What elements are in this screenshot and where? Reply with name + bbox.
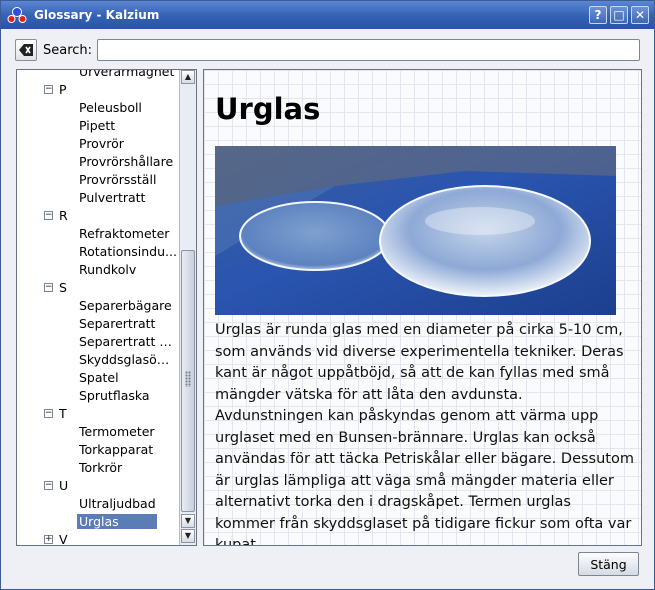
tree-group-label: S xyxy=(59,280,67,295)
tree-group-label: U xyxy=(59,478,69,493)
clear-search-button[interactable] xyxy=(15,39,37,61)
tree-item[interactable]: Separertratt xyxy=(17,315,177,333)
close-button[interactable]: Stäng xyxy=(578,552,639,576)
tree-item-label: Pulvertratt xyxy=(79,190,146,205)
search-input[interactable] xyxy=(97,39,640,61)
search-bar: Search: xyxy=(15,39,640,61)
tree-item-label: Termometer xyxy=(79,424,155,439)
tree-item-label: Provrörsställ xyxy=(79,172,157,187)
tree-item-label: Urglas xyxy=(77,514,157,529)
tree-item[interactable]: Peleusboll xyxy=(17,99,177,117)
tree-item[interactable]: Ultraljudbad xyxy=(17,495,177,513)
tree-item[interactable]: Sprutflaska xyxy=(17,387,177,405)
tree-item[interactable]: Rundkolv xyxy=(17,261,177,279)
tree-item[interactable]: Separerbägare xyxy=(17,297,177,315)
tree-item[interactable]: Refraktometer xyxy=(17,225,177,243)
tree-item-label: Refraktometer xyxy=(79,226,170,241)
kalzium-app-icon[interactable] xyxy=(6,4,28,26)
tree-item[interactable]: Pipett xyxy=(17,117,177,135)
help-button[interactable]: ? xyxy=(589,6,607,24)
watch-glass-photo xyxy=(215,146,616,315)
article-title: Urglas xyxy=(215,92,321,126)
tree-item-label: Skyddsglasögon xyxy=(79,352,177,367)
tree-item-label: Rundkolv xyxy=(79,262,137,277)
collapse-icon[interactable]: − xyxy=(44,481,53,490)
tree-item[interactable]: Pulvertratt xyxy=(17,189,177,207)
tree-item[interactable]: Termometer xyxy=(17,423,177,441)
tree-item[interactable]: Provrörsställ xyxy=(17,171,177,189)
tree-group-s[interactable]: − S xyxy=(17,279,177,297)
tree-list: Urverarmagnet − P Peleusboll Pipett Provrör P… xyxy=(17,70,177,546)
glossary-window: Glossary - Kalzium ? □ ✕ Search: Urverar… xyxy=(0,0,655,590)
glossary-tree[interactable]: Urverarmagnet − P Peleusboll Pipett Provrör P… xyxy=(16,69,197,546)
tree-group-p[interactable]: − P xyxy=(17,81,177,99)
tree-item-label: Rotationsindu... xyxy=(79,244,177,259)
tree-item-label: Spatel xyxy=(79,370,119,385)
close-window-button[interactable]: ✕ xyxy=(631,6,649,24)
tree-item-label: Pipett xyxy=(79,118,116,133)
titlebar[interactable]: Glossary - Kalzium ? □ ✕ xyxy=(1,1,654,29)
tree-item[interactable]: Skyddsglasögon xyxy=(17,351,177,369)
scrollbar-grip-icon xyxy=(185,371,191,387)
expand-icon[interactable]: + xyxy=(44,535,53,544)
tree-group-v[interactable]: + V xyxy=(17,531,177,546)
article-body: Urglas är runda glas med en diameter på … xyxy=(215,322,634,546)
collapse-icon[interactable]: − xyxy=(44,283,53,292)
tree-item-label: Torkapparat xyxy=(79,442,154,457)
search-label: Search: xyxy=(43,42,93,58)
clear-left-icon xyxy=(19,44,33,56)
scroll-down-arrow-icon[interactable]: ▼ xyxy=(181,514,195,528)
tree-item[interactable]: Provrörshållare xyxy=(17,153,177,171)
tree-item-label: Provrör xyxy=(79,136,124,151)
collapse-icon[interactable]: − xyxy=(44,409,53,418)
tree-scrollbar[interactable]: ▲ ▼ ▼ xyxy=(179,70,196,545)
tree-item-label: Provrörshållare xyxy=(79,154,174,169)
tree-item-label: Sprutflaska xyxy=(79,388,150,403)
tree-item-label: Separerbägare xyxy=(79,298,172,313)
scroll-down-arrow-icon-2[interactable]: ▼ xyxy=(181,529,195,543)
tree-group-label: V xyxy=(59,532,68,546)
maximize-button[interactable]: □ xyxy=(610,6,628,24)
tree-item[interactable]: Rotationsindu... xyxy=(17,243,177,261)
tree-group-u[interactable]: − U xyxy=(17,477,177,495)
tree-item[interactable]: Torkapparat xyxy=(17,441,177,459)
tree-item-label: Ultraljudbad xyxy=(79,496,156,511)
tree-item-label: Peleusboll xyxy=(79,100,142,115)
tree-item[interactable]: Urglas xyxy=(17,513,177,531)
collapse-icon[interactable]: − xyxy=(44,211,53,220)
window-title: Glossary - Kalzium xyxy=(34,8,160,22)
tree-item-label: Torkrör xyxy=(79,460,123,475)
tree-item[interactable]: Spatel xyxy=(17,369,177,387)
tree-item-label: Separertratt xyxy=(79,316,156,331)
article-view: Urglas Urglas är runda glas med en diame… xyxy=(203,69,642,546)
tree-group-label: P xyxy=(59,82,67,97)
tree-group-label: T xyxy=(59,406,67,421)
tree-group-label: R xyxy=(59,208,68,223)
tree-item-partial[interactable]: Urverarmagnet xyxy=(17,70,177,81)
scroll-up-arrow-icon[interactable]: ▲ xyxy=(181,70,195,84)
tree-item-label: Separertratt m... xyxy=(79,334,177,349)
scrollbar-thumb[interactable] xyxy=(181,250,195,512)
tree-item[interactable]: Torkrör xyxy=(17,459,177,477)
tree-item[interactable]: Provrör xyxy=(17,135,177,153)
titlebar-buttons: ? □ ✕ xyxy=(589,6,649,24)
collapse-icon[interactable]: − xyxy=(44,85,53,94)
tree-item[interactable]: Separertratt m... xyxy=(17,333,177,351)
tree-group-r[interactable]: − R xyxy=(17,207,177,225)
tree-group-t[interactable]: − T xyxy=(17,405,177,423)
